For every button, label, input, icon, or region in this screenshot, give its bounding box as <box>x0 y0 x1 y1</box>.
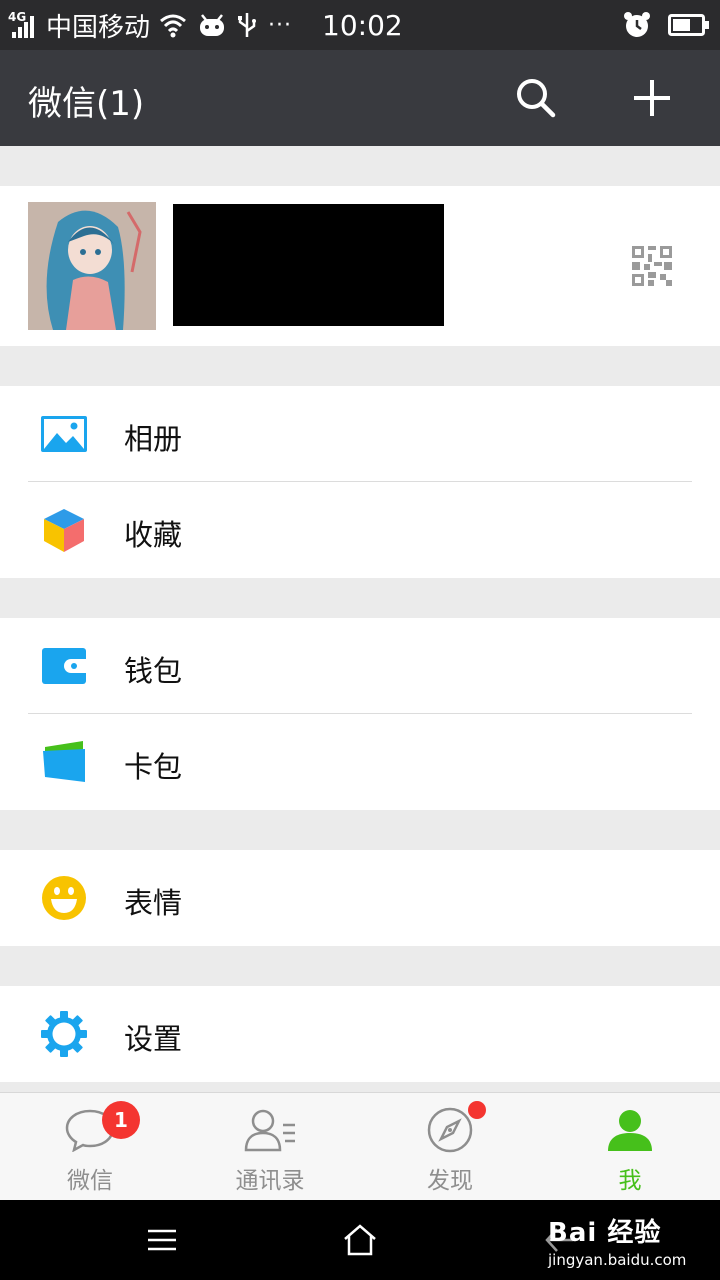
tab-contacts-label: 通讯录 <box>235 1168 305 1194</box>
clock: 10:02 <box>322 8 403 42</box>
wifi-icon <box>160 14 186 38</box>
tab-discover-label: 发现 <box>427 1168 473 1194</box>
baidu-jingyan-watermark: Bai 经验 jingyan.baidu.com <box>548 1212 686 1269</box>
page-title: 微信(1) <box>28 84 145 124</box>
menu-item-favorites-label: 收藏 <box>124 518 183 552</box>
cellular-signal-icon: 4G <box>8 8 44 42</box>
wallet-icon <box>40 644 88 688</box>
new-activity-dot <box>468 1101 486 1119</box>
watermark-brand: Bai 经验 <box>548 1218 662 1248</box>
tab-me-label: 我 <box>618 1168 642 1194</box>
menu-group-stickers: 表情 <box>0 850 720 946</box>
battery-icon <box>668 14 709 36</box>
avatar[interactable] <box>28 202 156 330</box>
app-header: 微信(1) <box>0 50 720 146</box>
alarm-icon <box>624 12 650 37</box>
tab-chats[interactable]: 1 微信 <box>0 1093 180 1201</box>
menu-group-payment: 钱包 卡包 <box>0 618 720 810</box>
usb-icon <box>238 13 257 37</box>
qr-code-icon[interactable] <box>632 246 672 286</box>
plus-icon <box>634 80 670 116</box>
menu-item-stickers[interactable]: 表情 <box>0 850 720 946</box>
add-menu-button[interactable] <box>626 72 678 124</box>
tab-contacts[interactable]: 通讯录 <box>180 1093 360 1201</box>
menu-item-card-pack[interactable]: 卡包 <box>0 714 720 810</box>
system-navigation-bar: Bai 经验 jingyan.baidu.com <box>0 1200 720 1280</box>
menu-item-card-pack-label: 卡包 <box>124 750 183 784</box>
bottom-tab-bar: 1 微信 通讯录 发现 我 <box>0 1092 720 1200</box>
unread-count-badge: 1 <box>102 1101 140 1139</box>
android-notification-icon <box>200 14 225 36</box>
menu-item-album-label: 相册 <box>124 422 183 456</box>
contacts-icon <box>240 1105 300 1155</box>
home-button[interactable] <box>340 1220 380 1260</box>
status-bar: 4G 中国移动 ··· 10:02 <box>0 0 720 50</box>
redacted-user-name <box>173 204 444 326</box>
profile-card[interactable] <box>0 186 720 346</box>
favorites-icon <box>40 508 88 552</box>
card-pack-icon <box>40 740 88 784</box>
tab-discover[interactable]: 发现 <box>360 1093 540 1201</box>
album-icon <box>40 412 88 456</box>
menu-item-favorites[interactable]: 收藏 <box>0 482 720 578</box>
menu-item-album[interactable]: 相册 <box>0 386 720 482</box>
menu-item-wallet[interactable]: 钱包 <box>0 618 720 714</box>
menu-item-wallet-label: 钱包 <box>124 654 183 688</box>
more-notifications-indicator: ··· <box>268 12 292 38</box>
tab-chats-label: 微信 <box>67 1168 113 1194</box>
menu-lines-icon <box>148 1229 176 1251</box>
search-button[interactable] <box>510 72 562 124</box>
tab-me[interactable]: 我 <box>540 1093 720 1201</box>
watermark-url: jingyan.baidu.com <box>548 1251 687 1269</box>
menu-button[interactable] <box>142 1220 182 1260</box>
menu-item-settings-label: 设置 <box>124 1022 183 1056</box>
sticker-icon <box>40 876 88 920</box>
menu-group-settings: 设置 <box>0 986 720 1082</box>
menu-group-media: 相册 收藏 <box>0 386 720 578</box>
menu-item-stickers-label: 表情 <box>124 886 183 920</box>
search-icon <box>517 79 556 118</box>
person-icon <box>600 1105 660 1155</box>
menu-item-settings[interactable]: 设置 <box>0 986 720 1082</box>
settings-gear-icon <box>40 1011 88 1057</box>
home-icon <box>344 1224 376 1256</box>
carrier-name: 中国移动 <box>46 12 151 43</box>
